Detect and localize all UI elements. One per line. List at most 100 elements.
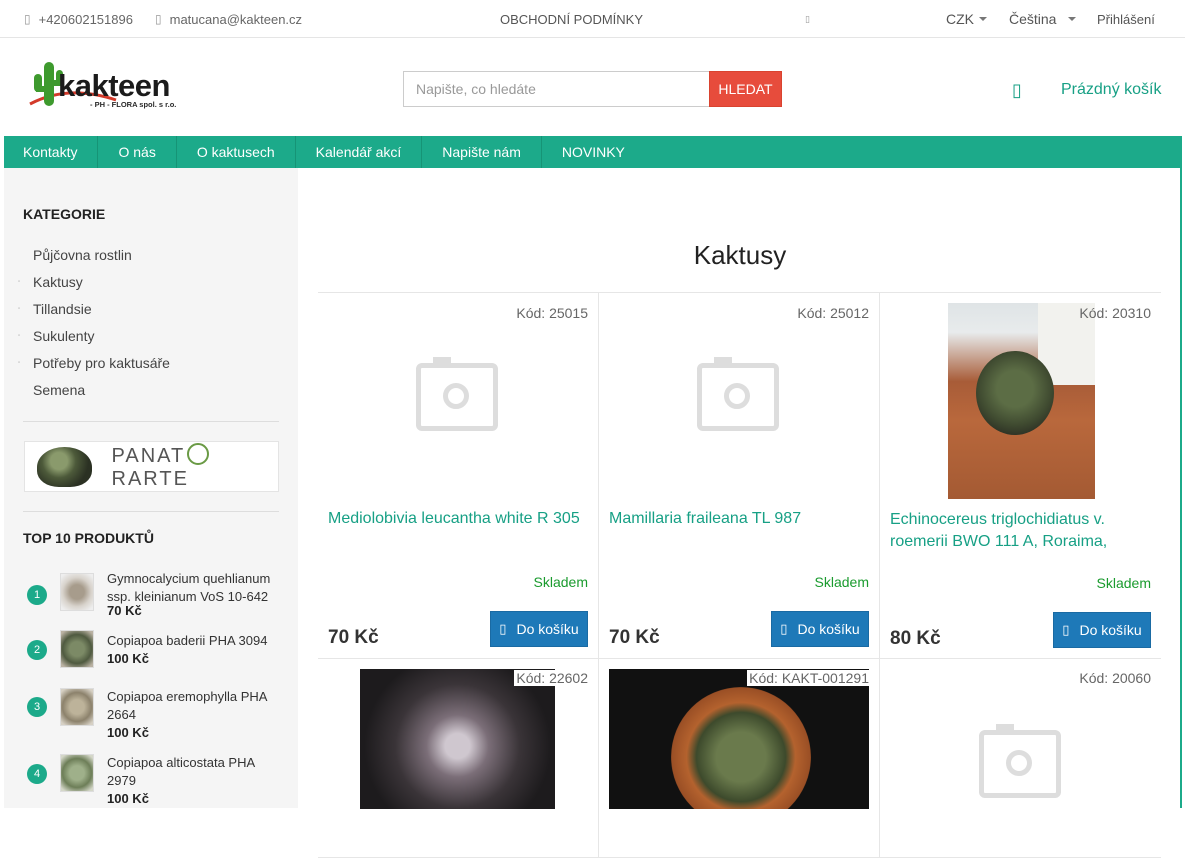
product-card: Kód: 20060 (880, 658, 1161, 858)
product-code: Kód: 20060 (1079, 670, 1151, 686)
product-card: Kód: 25015 Mediolobivia leucantha white … (318, 292, 599, 659)
caret-down-icon (1068, 17, 1077, 21)
banner-text: PANATRARTE (112, 442, 278, 491)
product-card: Kód: 25012 Mamillaria fraileana TL 987 S… (599, 292, 880, 659)
search-input[interactable] (403, 71, 709, 107)
rank-badge: 4 (27, 764, 47, 784)
stock-status: Skladem (814, 574, 869, 590)
category-label: Kaktusy (33, 273, 83, 290)
cart-icon: ▯ (1012, 79, 1022, 100)
logo[interactable]: kakteen - PH - FLORA spol. s r.o. (28, 60, 178, 112)
top-product-price: 100 Kč (107, 791, 149, 806)
product-code: Kód: 25015 (516, 305, 588, 321)
category-item[interactable]: Semena (18, 376, 278, 403)
category-item[interactable]: ▫ Sukulenty (18, 322, 278, 349)
header: kakteen - PH - FLORA spol. s r.o. HLEDAT… (0, 38, 1185, 136)
category-label: Půjčovna rostlin (33, 246, 132, 263)
nav-item-o-kaktusech[interactable]: O kaktusech (177, 136, 296, 168)
product-price: 70 Kč (609, 627, 660, 648)
divider (23, 511, 279, 512)
square-icon[interactable]: ▯ (805, 0, 810, 38)
stock-status: Skladem (1096, 575, 1151, 591)
category-label: Potřeby pro kaktusáře (33, 354, 170, 371)
top-product-price: 100 Kč (107, 651, 149, 666)
category-item[interactable]: ▫ Tillandsie (18, 295, 278, 322)
panatarte-banner[interactable]: PANATRARTE (24, 441, 279, 492)
product-title[interactable]: Echinocereus triglochidiatus v. roemerii… (890, 509, 1150, 553)
cart-label: Prázdný košík (1061, 81, 1162, 98)
stock-status: Skladem (533, 574, 588, 590)
product-card: Kód: 20310 Echinocereus triglochidiatus … (880, 292, 1161, 659)
nav-item-o-nas[interactable]: O nás (98, 136, 177, 168)
product-photo[interactable] (948, 303, 1095, 499)
cart-icon: ▯ (499, 621, 507, 636)
add-to-cart-button[interactable]: ▯ Do košíku (490, 611, 588, 647)
currency-dropdown[interactable]: CZK (946, 0, 987, 38)
product-code: Kód: 20310 (1079, 305, 1151, 321)
bullet-icon: ▫ (18, 278, 21, 285)
top-product-price: 100 Kč (107, 725, 149, 740)
cart-link[interactable]: ▯ Prázdný košík (1012, 78, 1161, 102)
language-dropdown[interactable]: Čeština (1009, 0, 1077, 38)
page-title: Kaktusy (693, 240, 787, 270)
product-title[interactable]: Mediolobivia leucantha white R 305 (328, 508, 588, 530)
phone-icon: ▯ (24, 12, 31, 26)
cart-icon: ▯ (780, 621, 788, 636)
image-placeholder-icon[interactable] (697, 357, 779, 431)
nav-item-novinky[interactable]: NOVINKY (542, 136, 645, 168)
top-bar: ▯ +420602151896 ▯ matucana@kakteen.cz OBCH… (0, 0, 1185, 38)
top-product-price: 70 Kč (107, 603, 142, 618)
product-title[interactable]: Mamillaria fraileana TL 987 (609, 508, 869, 530)
caret-down-icon (979, 17, 987, 21)
top-product-name: Copiapoa baderii PHA 3094 (107, 633, 268, 648)
product-thumbnail (60, 688, 94, 726)
email-icon: ▯ (155, 12, 162, 26)
currency-label: CZK (946, 11, 974, 27)
category-item[interactable]: ▫ Potřeby pro kaktusáře (18, 349, 278, 376)
bullet-icon: ▫ (18, 305, 21, 312)
login-link[interactable]: Přihlášení (1097, 0, 1155, 38)
sidebar: KATEGORIE Půjčovna rostlin ▫ Kaktusy ▫ Til… (4, 168, 298, 808)
nav-item-kontakty[interactable]: Kontakty (4, 136, 99, 168)
product-card: Kód: 22602 (318, 658, 599, 858)
add-to-cart-label: Do košíku (516, 621, 579, 637)
cactus-image (976, 351, 1054, 435)
product-photo[interactable] (360, 669, 555, 809)
add-to-cart-label: Do košíku (1079, 622, 1142, 638)
category-item[interactable]: Půjčovna rostlin (18, 241, 278, 268)
nav-item-kalendar-akci[interactable]: Kalendář akcí (296, 136, 423, 168)
product-photo[interactable] (609, 669, 869, 809)
phone-number: +420602151896 (38, 11, 133, 27)
email-contact[interactable]: ▯ matucana@kakteen.cz (155, 0, 302, 38)
product-card: Kód: KAKT-001291 (599, 658, 880, 858)
product-thumbnail (60, 754, 94, 792)
categories-heading: KATEGORIE (23, 206, 106, 222)
rank-badge: 3 (27, 697, 47, 717)
product-code: Kód: 25012 (797, 305, 869, 321)
category-label: Tillandsie (33, 300, 92, 317)
language-label: Čeština (1009, 11, 1057, 27)
add-to-cart-button[interactable]: ▯ Do košíku (771, 611, 869, 647)
divider (23, 421, 279, 422)
search-form: HLEDAT (403, 71, 782, 107)
image-placeholder-icon[interactable] (416, 357, 498, 431)
logo-subtitle: - PH - FLORA spol. s r.o. (90, 100, 177, 109)
product-price: 70 Kč (328, 627, 379, 648)
category-item[interactable]: ▫ Kaktusy (18, 268, 278, 295)
add-to-cart-button[interactable]: ▯ Do košíku (1053, 612, 1151, 648)
category-list: Půjčovna rostlin ▫ Kaktusy ▫ Tillandsie ▫ S… (18, 241, 278, 403)
product-thumbnail (60, 630, 94, 668)
cart-icon: ▯ (1062, 622, 1070, 637)
rank-badge: 1 (27, 585, 47, 605)
top-product-name: Gymnocalycium quehlianum ssp. kleinianum… (107, 571, 271, 604)
image-placeholder-icon[interactable] (979, 724, 1061, 798)
nav-item-napiste-nam[interactable]: Napište nám (422, 136, 542, 168)
search-button[interactable]: HLEDAT (709, 71, 782, 107)
category-label: Semena (33, 381, 86, 398)
phone-contact[interactable]: ▯ +420602151896 (24, 0, 133, 38)
banner-plant-image (37, 446, 92, 487)
terms-link[interactable]: OBCHODNÍ PODMÍNKY (500, 0, 643, 38)
rank-badge: 2 (27, 640, 47, 660)
product-code: Kód: KAKT-001291 (747, 670, 869, 686)
main-nav: Kontakty O nás O kaktusech Kalendář akcí… (4, 136, 1182, 168)
